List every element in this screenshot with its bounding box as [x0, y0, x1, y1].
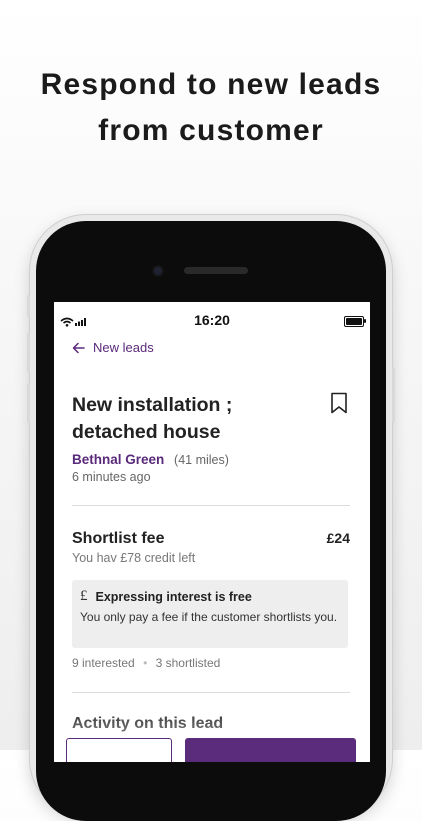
info-box-text: You only pay a fee if the customer short…: [80, 610, 338, 624]
shortlist-fee-title: Shortlist fee: [72, 530, 165, 547]
silent-switch: [27, 295, 30, 317]
front-camera: [154, 267, 162, 275]
lead-title: New installation ; detached house: [72, 392, 302, 446]
headline-line-1: Respond to new leads: [40, 68, 382, 101]
lead-distance: (41 miles): [174, 453, 229, 467]
headline-line-2: from customer: [98, 114, 324, 147]
divider: [72, 692, 350, 693]
volume-up-button: [27, 333, 30, 373]
credit-left-text: You hav £78 credit left: [72, 551, 196, 565]
lead-location-row: Bethnal Green (41 miles): [72, 452, 229, 467]
back-link-label: New leads: [93, 340, 154, 355]
lead-stats: 9 interested • 3 shortlisted: [72, 656, 220, 670]
battery-icon: [344, 316, 366, 327]
earpiece-speaker: [184, 267, 248, 274]
bookmark-button[interactable]: [330, 392, 348, 419]
power-button: [392, 367, 395, 423]
primary-action-button[interactable]: [185, 738, 356, 762]
app-screen: 16:20 New leads New installation ; detac…: [54, 302, 370, 762]
bookmark-icon: [331, 392, 347, 414]
volume-down-button: [27, 383, 30, 423]
lead-posted-time: 6 minutes ago: [72, 470, 151, 484]
status-time: 16:20: [194, 312, 230, 328]
shortlist-fee-amount: £24: [326, 530, 350, 546]
lead-location: Bethnal Green: [72, 452, 165, 467]
arrow-left-icon: [72, 342, 85, 353]
divider: [72, 505, 350, 506]
shortlisted-count: 3 shortlisted: [155, 656, 221, 670]
info-box: £ Expressing interest is free You only p…: [72, 580, 348, 648]
lead-title-line-1: New installation ;: [72, 394, 233, 416]
pound-icon: £: [80, 588, 88, 604]
info-box-header: £ Expressing interest is free: [80, 588, 252, 605]
headline: Respond to new leads from customer: [0, 62, 422, 154]
status-bar: 16:20: [54, 302, 370, 336]
info-box-title: Expressing interest is free: [95, 589, 252, 604]
separator-dot: •: [143, 656, 148, 670]
interested-count: 9 interested: [72, 656, 135, 670]
secondary-action-button[interactable]: [66, 738, 172, 762]
battery-level: [346, 318, 362, 325]
activity-section-title: Activity on this lead: [72, 715, 224, 732]
back-to-new-leads-link[interactable]: New leads: [72, 340, 154, 355]
lead-title-line-2: detached house: [72, 421, 221, 443]
